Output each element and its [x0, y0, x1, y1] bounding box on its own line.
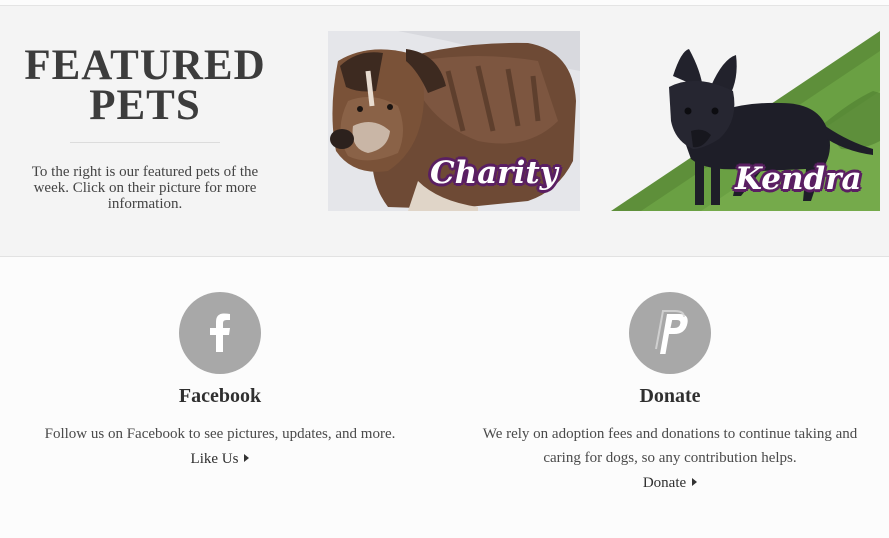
donate-text: We rely on adoption fees and donations t…	[482, 426, 858, 466]
donate-column: Donate We rely on adoption fees and dona…	[470, 292, 870, 492]
featured-pets-title: FEATURED PETS	[0, 44, 290, 129]
pet-name-charity: Charity	[430, 155, 558, 191]
caret-right-icon	[244, 454, 250, 462]
paypal-icon	[655, 310, 688, 354]
donate-link[interactable]: Donate	[642, 475, 698, 492]
featured-description: To the right is our featured pets of the…	[31, 164, 259, 212]
paypal-icon-circle[interactable]	[629, 292, 711, 374]
title-divider	[70, 142, 220, 143]
facebook-icon-circle[interactable]	[179, 292, 261, 374]
facebook-text: Follow us on Facebook to see pictures, u…	[44, 426, 396, 442]
donate-link-label: Donate	[642, 475, 687, 491]
facebook-column: Facebook Follow us on Facebook to see pi…	[20, 292, 420, 468]
like-us-label: Like Us	[190, 451, 239, 467]
donate-heading: Donate	[639, 385, 701, 407]
facebook-heading: Facebook	[178, 385, 262, 407]
pet-name-kendra: Kendra	[735, 161, 862, 197]
pet-card-kendra[interactable]: Kendra	[611, 31, 880, 211]
title-line-2: PETS	[89, 82, 201, 129]
facebook-icon	[210, 313, 230, 352]
caret-right-icon	[692, 478, 698, 486]
pet-card-charity[interactable]: Charity	[328, 31, 580, 211]
like-us-link[interactable]: Like Us	[191, 451, 250, 468]
